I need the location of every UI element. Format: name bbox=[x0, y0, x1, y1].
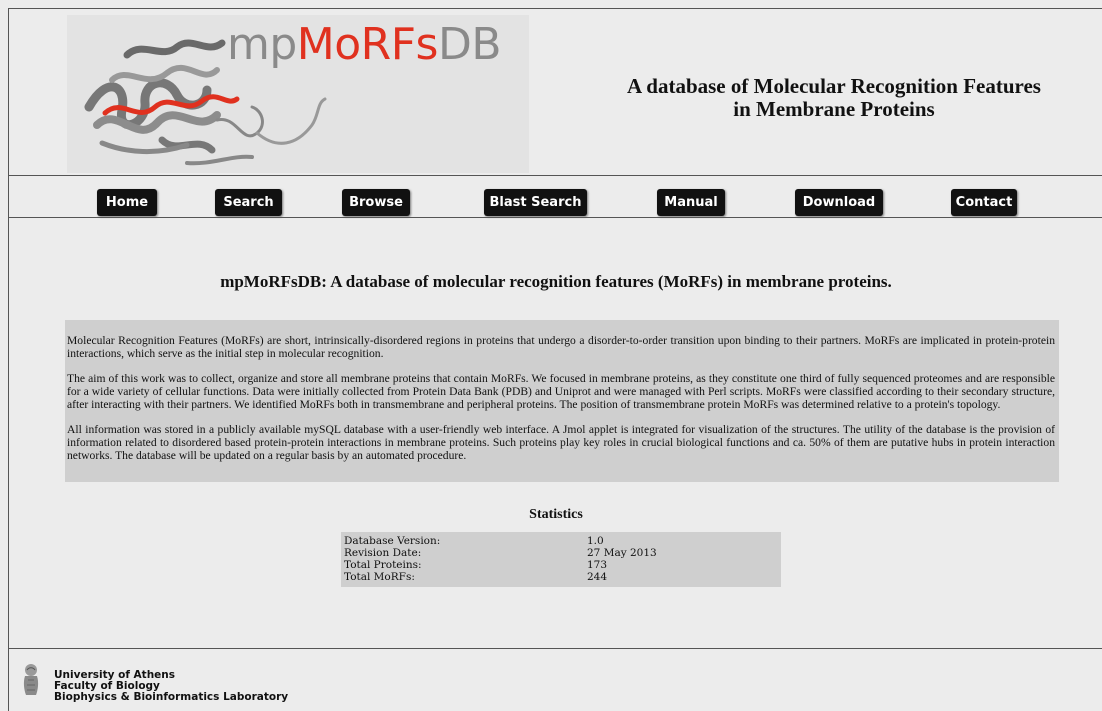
header: mpMoRFsDB A database of Molecular Recogn… bbox=[9, 9, 1102, 175]
stats-value-revision-date: 27 May 2013 bbox=[587, 547, 657, 559]
logo-prefix: mp bbox=[227, 19, 297, 70]
logo-suffix: DB bbox=[437, 19, 502, 70]
nav-contact-button[interactable]: Contact bbox=[951, 189, 1017, 216]
statistics-heading: Statistics bbox=[529, 507, 583, 522]
site-tagline: A database of Molecular Recognition Feat… bbox=[609, 75, 1059, 121]
main-nav: Home Search Browse Blast Search Manual D… bbox=[9, 177, 1102, 216]
intro-paragraph-3: All information was stored in a publicly… bbox=[67, 423, 1055, 462]
page-frame: mpMoRFsDB A database of Molecular Recogn… bbox=[8, 8, 1102, 711]
university-seal-icon bbox=[23, 664, 39, 695]
stats-label-revision-date: Revision Date: bbox=[344, 547, 422, 559]
footer: University of Athens Faculty of Biology … bbox=[9, 649, 1102, 711]
tagline-line-1: A database of Molecular Recognition Feat… bbox=[627, 74, 1041, 98]
page-title: mpMoRFsDB: A database of molecular recog… bbox=[220, 272, 892, 291]
nav-browse-button[interactable]: Browse bbox=[342, 189, 410, 216]
statistics-table: Database Version: 1.0 Revision Date: 27 … bbox=[341, 532, 781, 587]
stats-row: Total MoRFs: 244 bbox=[341, 571, 781, 583]
stats-value-total-proteins: 173 bbox=[587, 559, 608, 571]
footer-laboratory: Biophysics & Bioinformatics Laboratory bbox=[54, 691, 289, 703]
stats-row: Total Proteins: 173 bbox=[341, 559, 781, 571]
nav-manual-button[interactable]: Manual bbox=[657, 189, 725, 216]
intro-paragraph-2: The aim of this work was to collect, org… bbox=[67, 372, 1055, 411]
nav-home-button[interactable]: Home bbox=[97, 189, 157, 216]
logo-accent: MoRFs bbox=[296, 19, 439, 70]
site-logo[interactable]: mpMoRFsDB bbox=[67, 15, 529, 173]
stats-value-version: 1.0 bbox=[587, 535, 604, 547]
stats-row: Database Version: 1.0 bbox=[341, 535, 781, 547]
nav-download-button[interactable]: Download bbox=[795, 189, 883, 216]
nav-divider bbox=[9, 217, 1102, 218]
intro-paragraph-1: Molecular Recognition Features (MoRFs) a… bbox=[67, 334, 1055, 360]
intro-panel: Molecular Recognition Features (MoRFs) a… bbox=[65, 320, 1059, 482]
stats-label-total-proteins: Total Proteins: bbox=[344, 559, 422, 571]
nav-blast-search-button[interactable]: Blast Search bbox=[484, 189, 587, 216]
footer-affiliation: University of Athens Faculty of Biology … bbox=[54, 670, 288, 703]
stats-row: Revision Date: 27 May 2013 bbox=[341, 547, 781, 559]
logo-wordmark: mpMoRFsDB bbox=[227, 19, 502, 70]
stats-value-total-morfs: 244 bbox=[587, 571, 608, 583]
stats-label-version: Database Version: bbox=[344, 535, 441, 547]
header-divider bbox=[9, 175, 1102, 176]
tagline-line-2: in Membrane Proteins bbox=[733, 97, 935, 121]
nav-search-button[interactable]: Search bbox=[215, 189, 282, 216]
stats-label-total-morfs: Total MoRFs: bbox=[344, 571, 415, 583]
